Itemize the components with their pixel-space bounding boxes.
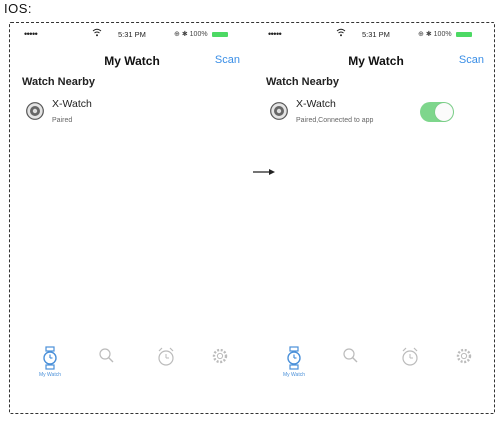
navigation-bar: My Watch Scan [22,52,242,70]
alarm-clock-icon [402,347,418,366]
watch-icon [43,346,57,370]
tab-settings[interactable] [200,346,240,390]
scan-button[interactable]: Scan [459,54,484,66]
status-time: 5:31 PM [118,30,146,39]
device-status: Paired [52,117,73,124]
phone-screen-after: ••••• 5:31 PM ⊕ ✱ 100% My Watch Scan Wat… [266,28,486,406]
signal-dots: ••••• [268,29,282,39]
signal-dots: ••••• [24,29,38,39]
location-icon: ⊕ [174,31,180,38]
location-icon: ⊕ [418,31,424,38]
tab-bar: My Watch [266,346,486,390]
tab-search[interactable] [86,346,126,390]
bluetooth-icon: ✱ [181,31,188,38]
nav-title: My Watch [348,54,404,68]
battery-percent: 100% [433,31,452,38]
device-name: X-Watch [296,98,336,110]
section-title: Watch Nearby [266,76,339,88]
wifi-icon [336,28,346,37]
alarm-clock-icon [158,347,174,366]
battery-percent: 100% [189,31,208,38]
status-right: ⊕ ✱ 100% [418,30,472,38]
bluetooth-icon: ✱ [425,31,432,38]
scan-button[interactable]: Scan [215,54,240,66]
wifi-icon [92,28,102,37]
watch-face-icon [270,102,288,120]
status-time: 5:31 PM [362,30,390,39]
platform-heading: IOS: [4,1,33,16]
connect-toggle[interactable] [420,102,454,122]
tab-label: My Watch [38,372,62,378]
tab-search[interactable] [330,346,370,390]
device-status: Paired,Connected to app [296,117,374,124]
watch-face-icon [26,102,44,120]
tab-alarm[interactable] [146,346,186,390]
section-title: Watch Nearby [22,76,95,88]
search-icon [343,348,358,363]
status-right: ⊕ ✱ 100% [174,30,228,38]
search-icon [99,348,114,363]
tab-label: My Watch [282,372,306,378]
tab-alarm[interactable] [390,346,430,390]
tab-my-watch[interactable]: My Watch [30,346,70,390]
tab-bar: My Watch [22,346,242,390]
watch-icon [287,346,301,370]
tab-my-watch[interactable]: My Watch [274,346,314,390]
navigation-bar: My Watch Scan [266,52,486,70]
device-row[interactable]: X-Watch Paired [26,96,236,130]
battery-icon [455,31,472,37]
gear-icon [212,348,228,364]
gear-icon [456,348,472,364]
battery-icon [211,31,228,37]
device-name: X-Watch [52,98,92,110]
status-bar: ••••• 5:31 PM ⊕ ✱ 100% [22,28,242,42]
device-row[interactable]: X-Watch Paired,Connected to app [270,96,480,130]
phone-screen-before: ••••• 5:31 PM ⊕ ✱ 100% My Watch Scan Wat… [22,28,242,406]
tab-settings[interactable] [444,346,484,390]
status-bar: ••••• 5:31 PM ⊕ ✱ 100% [266,28,486,42]
nav-title: My Watch [104,54,160,68]
toggle-knob [435,103,453,121]
